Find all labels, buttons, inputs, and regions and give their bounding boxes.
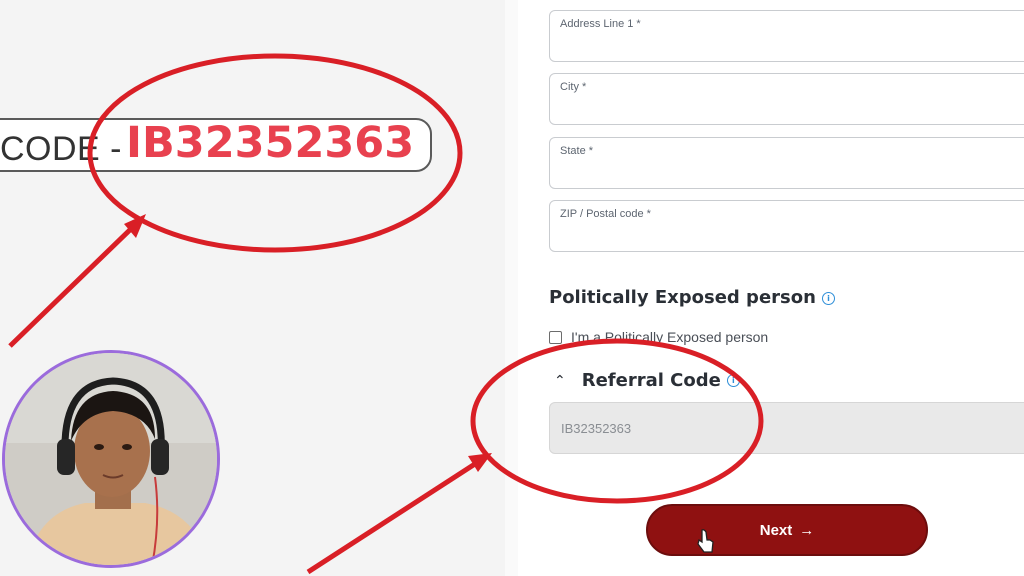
pep-checkbox[interactable] [549, 330, 562, 344]
next-label: Next [759, 521, 793, 539]
chevron-up-icon[interactable]: ⌃ [554, 373, 566, 389]
zip-field[interactable]: ZIP / Postal code * [549, 200, 1024, 252]
arrow-right-icon: → [799, 521, 815, 539]
pep-section-title: Politically Exposed person i [549, 287, 835, 308]
next-button[interactable]: Next → [646, 504, 928, 556]
promo-code-value: IB32352363 [126, 118, 415, 168]
referral-code-field[interactable]: IB32352363 [549, 402, 1024, 454]
info-icon[interactable]: i [726, 374, 740, 387]
pep-checkbox-row[interactable]: I'm a Politically Exposed person [549, 329, 768, 345]
address-line1-field[interactable]: Address Line 1 * [549, 10, 1024, 62]
presenter-avatar [2, 350, 220, 568]
city-field[interactable]: City * [549, 73, 1024, 125]
state-label: State * [560, 145, 594, 157]
promo-code-prefix: CODE - [0, 130, 122, 168]
pep-checkbox-label: I'm a Politically Exposed person [571, 329, 769, 345]
referral-title: Referral Code [581, 370, 721, 391]
state-field[interactable]: State * [549, 137, 1024, 189]
city-label: City * [560, 81, 587, 93]
address-line1-label: Address Line 1 * [560, 18, 641, 30]
promo-panel: CODE - IB32352363 [0, 0, 505, 576]
zip-label: ZIP / Postal code * [560, 208, 651, 220]
referral-code-value: IB32352363 [561, 421, 632, 436]
info-icon[interactable]: i [821, 291, 835, 305]
registration-form: Address Line 1 * City * State * ZIP / Po… [518, 0, 1024, 576]
referral-header[interactable]: ⌃ Referral Code i [554, 370, 740, 391]
pep-title-text: Politically Exposed person [549, 287, 816, 308]
